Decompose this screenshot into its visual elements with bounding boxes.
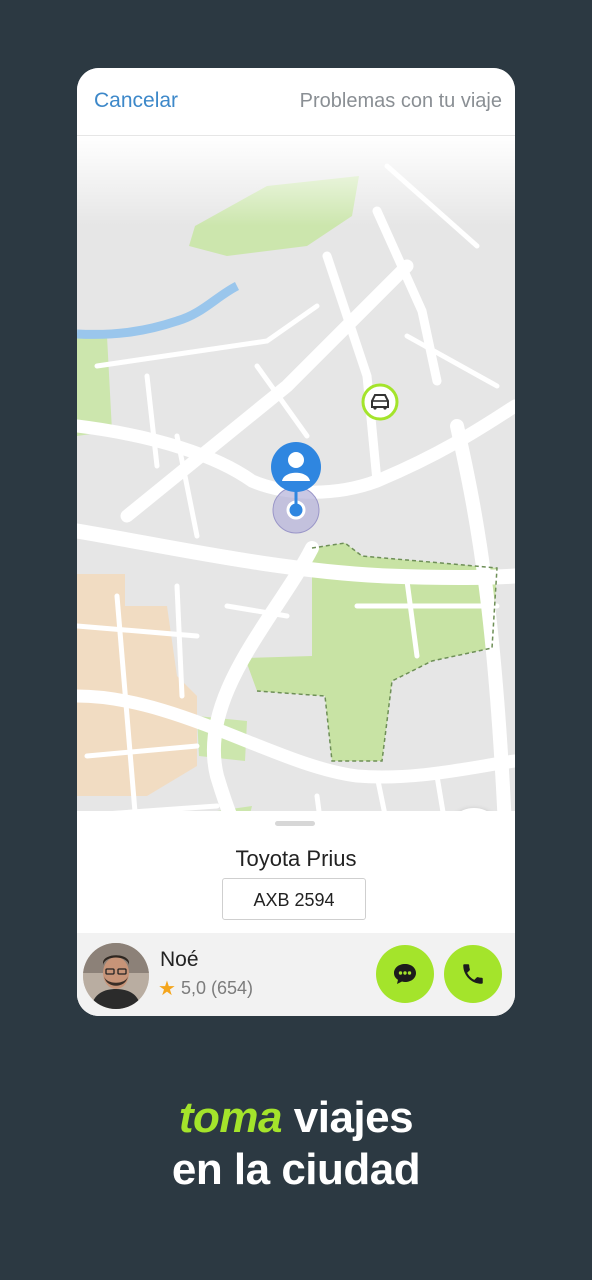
sheet-handle[interactable] — [275, 821, 315, 826]
map-canvas — [77, 136, 515, 873]
driver-rating: ★ 5,0 (654) — [158, 978, 253, 999]
car-model: Toyota Prius — [235, 846, 357, 871]
app-screen: Cancelar Problemas con tu viaje Toyota P… — [77, 68, 515, 1016]
car-icon[interactable] — [361, 383, 399, 421]
chat-button[interactable] — [376, 945, 434, 1003]
chat-icon — [394, 964, 416, 984]
call-button[interactable] — [444, 945, 502, 1003]
tagline-line-1-text: viajes — [282, 1093, 414, 1142]
license-plate: AXB 2594 — [222, 878, 366, 920]
brand-word: toma — [178, 1093, 283, 1142]
map-view[interactable] — [77, 136, 515, 873]
cancel-button[interactable]: Cancelar — [94, 89, 178, 113]
driver-avatar — [83, 943, 149, 1009]
tagline-line-2: en la ciudad — [171, 1145, 421, 1194]
rating-value: 5,0 (654) — [180, 978, 253, 998]
trip-info-sheet: Toyota Prius AXB 2594 Noé ★ 5,0 (654) — [77, 811, 515, 1016]
driver-name: Noé — [160, 948, 199, 971]
driver-row: Noé ★ 5,0 (654) — [77, 933, 515, 1016]
tagline-line-1: toma viajes — [0, 1093, 592, 1143]
trip-problems-button[interactable]: Problemas con tu viaje — [300, 90, 502, 113]
top-bar: Cancelar Problemas con tu viaje — [77, 68, 515, 136]
phone-icon — [463, 964, 483, 984]
star-icon: ★ — [158, 977, 176, 1000]
